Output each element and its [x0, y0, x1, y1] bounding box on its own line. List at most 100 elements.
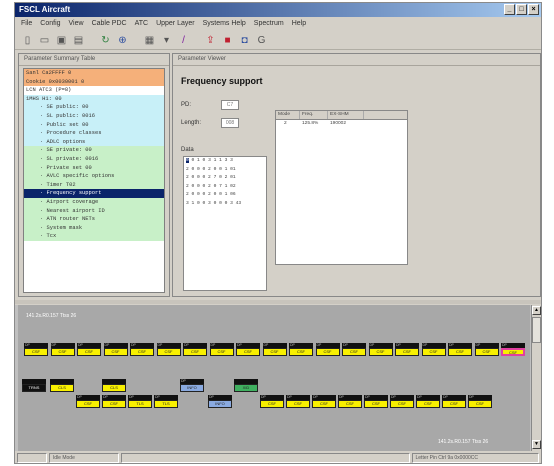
camera-icon[interactable]: ◘ — [238, 34, 251, 47]
frame-block[interactable]: DP CSF — [468, 395, 492, 408]
frame-block[interactable]: DP INFO — [208, 395, 232, 408]
menu-item[interactable]: View — [69, 20, 84, 29]
frame-block[interactable]: DP CSF — [501, 343, 525, 356]
tree-item[interactable]: · Airport coverage — [24, 197, 164, 207]
tree-item[interactable]: · Procedure classes — [24, 129, 164, 138]
data-row[interactable]: 2 0 0 0 2 0 7 1 02 — [184, 183, 266, 192]
tree-item[interactable]: · Timer T02 — [24, 180, 164, 190]
frame-block[interactable]: DP CSF — [315, 343, 340, 356]
frame-block[interactable]: TRNS — [22, 379, 46, 392]
timeline-canvas[interactable]: 141.2s.R0.157 Ttss 26 141.2s.R0.157 Ttss… — [18, 305, 530, 451]
print-icon[interactable]: ▤ — [72, 34, 85, 47]
tree-item[interactable]: · System mask — [24, 223, 164, 233]
frame-block[interactable]: DP CSF — [342, 343, 366, 356]
frame-block[interactable]: DP CSF — [102, 395, 126, 408]
menu-item[interactable]: Upper Layer — [156, 20, 195, 29]
menu-item[interactable]: Help — [292, 20, 306, 29]
frame-block[interactable]: DP CSF — [368, 343, 393, 356]
frame-block[interactable]: DP CSF — [77, 343, 101, 356]
frame-block[interactable]: DP TLS — [154, 395, 178, 408]
frame-block[interactable]: DP CSF — [130, 343, 154, 356]
menu-item[interactable]: Config — [40, 20, 60, 29]
pane-splitter[interactable] — [15, 300, 541, 304]
tree-item[interactable]: · Frequency support — [24, 189, 164, 198]
data-row[interactable]: 2 0 0 0 2 7 0 2 01 — [184, 174, 266, 183]
frame-block[interactable]: XID — [234, 379, 258, 392]
frame-block[interactable]: DP CSF — [183, 343, 207, 356]
tree-item[interactable]: · SL public: 0016 — [24, 111, 164, 121]
maximize-button[interactable]: □ — [516, 4, 527, 15]
data-row[interactable]: 2 0 0 0 2 0 0 1 06 — [184, 191, 266, 200]
menu-item[interactable]: Systems Help — [203, 20, 246, 29]
grid-icon[interactable]: ▦ — [143, 34, 156, 47]
frame-block[interactable]: DP CSF — [416, 395, 440, 408]
parameter-tree[interactable]: Sanl Ca2FFFF 0 Cookie 0x0030001 0 LCN ATC3… — [23, 68, 165, 293]
frame-block[interactable]: DP CSF — [103, 343, 128, 356]
frame-block[interactable]: DP CSF — [156, 343, 181, 356]
tree-item[interactable]: Sanl Ca2FFFF 0 — [24, 69, 164, 78]
tree-item[interactable]: Cookie 0x0030001 0 — [24, 77, 164, 87]
tree-item[interactable]: · SE private: 00 — [24, 146, 164, 155]
tree-item[interactable]: · SE public: 00 — [24, 103, 164, 112]
menu-item[interactable]: Spectrum — [254, 20, 284, 29]
frame-block[interactable]: DP CSF — [312, 395, 336, 408]
column-header[interactable]: Mode — [276, 111, 300, 119]
tree-item[interactable]: · ADLC options — [24, 137, 164, 147]
tree-item[interactable]: · SL private: 0016 — [24, 154, 164, 164]
tree-item[interactable]: · Public set 00 — [24, 120, 164, 130]
scroll-up-icon[interactable]: ▲ — [532, 306, 541, 315]
frame-block[interactable]: CLS — [102, 379, 126, 392]
menu-item[interactable]: Cable PDC — [92, 20, 127, 29]
frame-block[interactable]: DP CSF — [50, 343, 75, 356]
close-button[interactable]: × — [528, 4, 539, 15]
menu-item[interactable]: ATC — [135, 20, 148, 29]
frame-block[interactable]: DP CSF — [286, 395, 310, 408]
settings-icon[interactable]: G — [255, 34, 268, 47]
tree-item[interactable]: · Private set 00 — [24, 163, 164, 173]
table-row[interactable]: 2 125.8% 190002 — [276, 120, 407, 128]
frame-block[interactable]: DP CSF — [236, 343, 260, 356]
frame-block[interactable]: CLS — [50, 379, 74, 392]
minimize-button[interactable]: _ — [504, 4, 515, 15]
tree-item[interactable]: · Tcx — [24, 232, 164, 241]
open-icon[interactable]: ▭ — [38, 34, 51, 47]
data-row[interactable]: 0 0 1 0 3 1 1 3 3 — [184, 157, 266, 166]
frame-block[interactable]: DP CSF — [395, 343, 419, 356]
menu-item[interactable]: File — [21, 20, 32, 29]
save-icon[interactable]: ▣ — [55, 34, 68, 47]
frame-block[interactable]: DP CSF — [474, 343, 499, 356]
frame-block[interactable]: DP CSF — [390, 395, 414, 408]
frame-block[interactable]: DP CSF — [209, 343, 234, 356]
tree-item[interactable]: · AVLC specific options — [24, 172, 164, 181]
title-bar[interactable]: FSCL Aircraft _ □ × — [15, 3, 541, 17]
new-icon[interactable]: ▯ — [21, 34, 34, 47]
data-listbox[interactable]: 0 0 1 0 3 1 1 3 32 0 0 0 2 0 0 1 01 2 0 0… — [183, 156, 267, 291]
frame-block[interactable]: DP CSF — [364, 395, 388, 408]
pen-icon[interactable]: / — [177, 34, 190, 47]
tree-item[interactable]: · ATN router NETs — [24, 215, 164, 224]
tree-item[interactable]: 1MHS H1: 00 — [24, 94, 164, 104]
stop-icon[interactable]: ■ — [221, 34, 234, 47]
frame-block[interactable]: DP CSF — [448, 343, 472, 356]
zoom-icon[interactable]: ⊕ — [116, 34, 129, 47]
column-header[interactable]: EX-SHM — [328, 111, 364, 119]
tree-item[interactable]: LCN ATC3 (P=8) — [24, 86, 164, 95]
scroll-thumb[interactable] — [532, 317, 541, 343]
frequency-table[interactable]: Mode Freq. EX-SHM 2 125.8% 190002 — [275, 110, 408, 265]
refresh-icon[interactable]: ↻ — [99, 34, 112, 47]
tree-item[interactable]: · Nearest airport ID — [24, 206, 164, 216]
frame-block[interactable]: DP CSF — [442, 395, 466, 408]
column-header[interactable]: Freq. — [300, 111, 328, 119]
frame-block[interactable]: DP CSF — [421, 343, 446, 356]
scroll-down-icon[interactable]: ▼ — [532, 440, 541, 449]
frame-block[interactable]: DP INFO — [180, 379, 204, 392]
vertical-scrollbar[interactable]: ▲ ▼ — [531, 305, 541, 451]
filter-icon[interactable]: ▾ — [160, 34, 173, 47]
frame-block[interactable]: DP CSF — [24, 343, 48, 356]
frame-block[interactable]: DP CSF — [260, 395, 284, 408]
frame-block[interactable]: DP CSF — [289, 343, 313, 356]
frame-block[interactable]: DP TLS — [128, 395, 152, 408]
upload-icon[interactable]: ⇪ — [204, 34, 217, 47]
frame-block[interactable]: DP CSF — [338, 395, 362, 408]
data-row[interactable]: 2 0 0 0 2 0 0 1 01 — [184, 166, 266, 175]
